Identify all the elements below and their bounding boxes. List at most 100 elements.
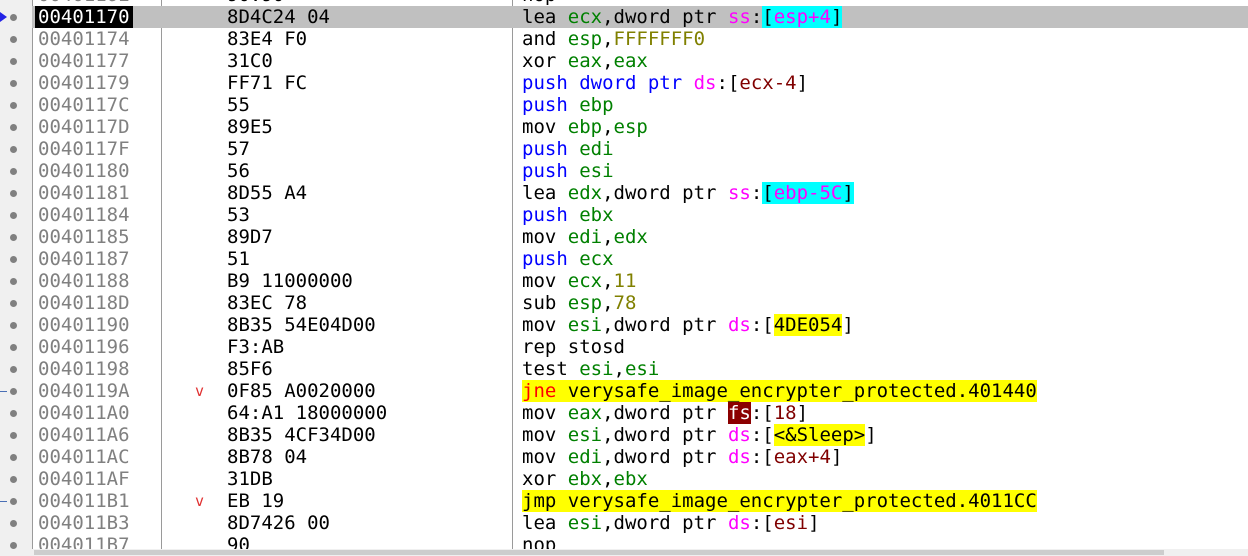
disasm-row[interactable]: 00401198 85F6 test esi,esi: [32, 358, 1248, 380]
asm-token: ,: [602, 446, 614, 468]
address-cell: 00401187: [38, 248, 130, 270]
breakpoint-dot[interactable]: [10, 190, 17, 197]
breakpoint-dot[interactable]: [10, 102, 17, 109]
breakpoint-dot[interactable]: [10, 520, 17, 527]
disasm-row[interactable]: 004011AF 31DB xor ebx,ebx: [32, 468, 1248, 490]
bytes-cell: FF71 FC: [227, 72, 308, 94]
instruction-cell: test esi,esi: [522, 358, 659, 380]
instruction-cell: lea esi,dword ptr ds:[esi]: [522, 512, 820, 534]
disasm-row[interactable]: 00401184 53 push ebx: [32, 204, 1248, 226]
disasm-row[interactable]: 00401177 31C0 xor eax,eax: [32, 50, 1248, 72]
asm-token: 18: [773, 402, 797, 424]
disasm-row[interactable]: 004011B1 v EB 19 jmp verysafe_image_encrypt…: [32, 490, 1248, 512]
breakpoint-dot[interactable]: [10, 300, 17, 307]
breakpoint-dot[interactable]: [10, 322, 17, 329]
asm-token: lea: [522, 6, 568, 28]
breakpoint-dot[interactable]: [10, 168, 17, 175]
breakpoint-dot[interactable]: [10, 432, 17, 439]
breakpoint-dot[interactable]: [10, 454, 17, 461]
asm-token: dword ptr: [613, 182, 728, 204]
disasm-row[interactable]: 00401187 51 push ecx: [32, 248, 1248, 270]
disasm-row[interactable]: 00401185 89D7 mov edi,edx: [32, 226, 1248, 248]
breakpoint-dot[interactable]: [10, 410, 17, 417]
asm-token: ,: [613, 358, 625, 380]
asm-token: fs: [727, 402, 751, 424]
asm-token: ,: [602, 292, 614, 314]
asm-token: dword ptr: [613, 6, 728, 28]
bytes-cell: 85F6: [227, 358, 273, 380]
breakpoint-dot[interactable]: [10, 58, 17, 65]
scrollbar-thumb[interactable]: [34, 550, 1164, 555]
horizontal-scrollbar[interactable]: [32, 549, 1248, 556]
asm-token: ,: [602, 6, 614, 28]
asm-token: mov: [522, 424, 568, 446]
disasm-row[interactable]: 00401174 83E4 F0 and esp,FFFFFFF0: [32, 28, 1248, 50]
asm-token: sub: [522, 292, 568, 314]
disasm-row[interactable]: 004011AC 8B78 04 mov edi,dword ptr ds:[eax…: [32, 446, 1248, 468]
instruction-cell: xor ebx,ebx: [522, 468, 648, 490]
disasm-row[interactable]: 00401190 8B35 54E04D00 mov esi,dword ptr d…: [32, 314, 1248, 336]
breakpoint-dot[interactable]: [10, 234, 17, 241]
asm-token: mov: [522, 116, 568, 138]
asm-token: ,: [602, 270, 614, 292]
address-cell: 00401179: [38, 72, 130, 94]
breakpoint-dot[interactable]: [10, 366, 17, 373]
asm-token: ds: [727, 446, 751, 468]
asm-token: push: [522, 138, 580, 160]
address-cell: 00401170: [35, 6, 133, 28]
asm-token: rep stosd: [522, 336, 625, 358]
asm-token: esi: [567, 512, 603, 534]
asm-token: edx: [567, 182, 603, 204]
instruction-cell: jne verysafe_image_encrypter_protected.4…: [522, 380, 1037, 402]
instruction-cell: mov ecx,11: [522, 270, 636, 292]
breakpoint-dot[interactable]: [10, 14, 17, 21]
asm-token: ]: [842, 182, 854, 204]
instruction-cell: rep stosd: [522, 336, 625, 358]
breakpoint-dot[interactable]: [10, 476, 17, 483]
asm-token: 11: [613, 270, 637, 292]
disasm-row[interactable]: 00401179 FF71 FC push dword ptr ds:[ecx-4]: [32, 72, 1248, 94]
asm-token: mov: [522, 402, 568, 424]
address-cell: 00401196: [38, 336, 130, 358]
breakpoint-dot[interactable]: [10, 388, 17, 395]
address-cell: 0040119A: [38, 380, 130, 402]
breakpoint-dot[interactable]: [10, 146, 17, 153]
asm-token: ,: [602, 468, 614, 490]
asm-token: [: [727, 72, 740, 94]
asm-token: edi: [579, 138, 614, 160]
asm-token: dword ptr: [613, 446, 728, 468]
address-cell: 004011B3: [38, 512, 130, 534]
disasm-row[interactable]: 0040117C 55 push ebp: [32, 94, 1248, 116]
bytes-cell: 89D7: [227, 226, 273, 248]
instruction-cell: mov edi,edx: [522, 226, 648, 248]
disasm-row[interactable]: 0040119A v 0F85 A0020000 jne verysafe_image…: [32, 380, 1248, 402]
disasm-row[interactable]: 0040117F 57 push edi: [32, 138, 1248, 160]
asm-token: ds: [727, 512, 751, 534]
asm-token: ,: [602, 402, 614, 424]
disasm-row[interactable]: 00401188 B9 11000000 mov ecx,11: [32, 270, 1248, 292]
disasm-row[interactable]: 004011A6 8B35 4CF34D00 mov esi,dword ptr d…: [32, 424, 1248, 446]
asm-token: ,: [602, 28, 614, 50]
disasm-row[interactable]: 0040117D 89E5 mov ebp,esp: [32, 116, 1248, 138]
breakpoint-dot[interactable]: [10, 36, 17, 43]
breakpoint-dot[interactable]: [10, 542, 17, 549]
disasm-row[interactable]: 00401181 8D55 A4 lea edx,dword ptr ss:[ebp…: [32, 182, 1248, 204]
address-cell: 00401198: [38, 358, 130, 380]
disasm-row[interactable]: 00401170 8D4C24 04 lea ecx,dword ptr ss:[e…: [32, 6, 1248, 28]
breakpoint-dot[interactable]: [10, 278, 17, 285]
asm-token: mov: [522, 270, 568, 292]
breakpoint-dot[interactable]: [10, 256, 17, 263]
breakpoint-dot[interactable]: [10, 124, 17, 131]
asm-token: :: [750, 314, 763, 336]
address-cell: 00401174: [38, 28, 130, 50]
asm-token: 4DE054: [773, 314, 843, 336]
disasm-row[interactable]: 004011B3 8D7426 00 lea esi,dword ptr ds:[e…: [32, 512, 1248, 534]
disasm-row[interactable]: 0040118D 83EC 78 sub esp,78: [32, 292, 1248, 314]
breakpoint-dot[interactable]: [10, 212, 17, 219]
disasm-row[interactable]: 004011A0 64:A1 18000000 mov eax,dword ptr …: [32, 402, 1248, 424]
disasm-row[interactable]: 00401196 F3:AB rep stosd: [32, 336, 1248, 358]
disasm-row[interactable]: 00401180 56 push esi: [32, 160, 1248, 182]
breakpoint-dot[interactable]: [10, 80, 17, 87]
breakpoint-dot[interactable]: [10, 344, 17, 351]
breakpoint-dot[interactable]: [10, 498, 17, 505]
